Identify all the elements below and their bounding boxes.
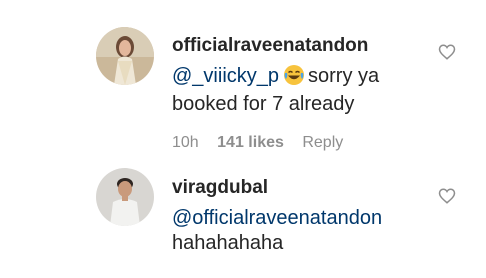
comment-text: booked for 7 already xyxy=(172,93,355,115)
heart-icon[interactable] xyxy=(438,187,456,205)
like-count[interactable]: 141 likes xyxy=(217,134,284,151)
comment-text-line: @_viiicky_p sorry ya xyxy=(172,64,379,88)
heart-icon[interactable] xyxy=(438,43,456,61)
reply-button[interactable]: Reply xyxy=(302,134,343,151)
comment: officialraveenatandon @_viiicky_p sorry … xyxy=(0,0,486,166)
avatar[interactable] xyxy=(96,168,154,226)
comment-username[interactable]: officialraveenatandon xyxy=(172,35,368,57)
comment: viragdubal @officialraveenatandon hahaha… xyxy=(0,166,486,278)
laughing-tears-emoji-icon xyxy=(283,64,305,86)
comment-username[interactable]: viragdubal xyxy=(172,177,268,199)
comment-text: sorry ya xyxy=(308,65,380,87)
mention-link[interactable]: @_viiicky_p xyxy=(172,65,279,87)
avatar[interactable] xyxy=(96,27,154,85)
mention-link[interactable]: @officialraveenatandon xyxy=(172,206,382,230)
comment-meta: 10h 141 likes Reply xyxy=(172,134,357,152)
comment-timestamp[interactable]: 10h xyxy=(172,134,199,151)
comment-text: hahahahaha xyxy=(172,232,284,254)
